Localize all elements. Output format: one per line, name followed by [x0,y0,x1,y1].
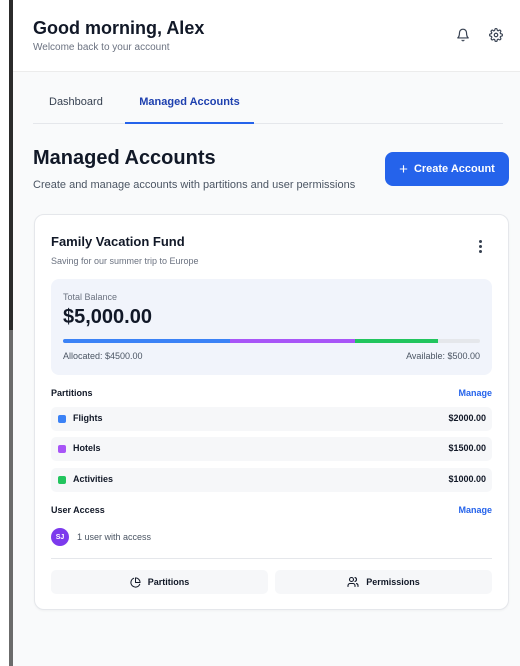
create-account-label: Create Account [413,163,495,175]
tab-managed-accounts[interactable]: Managed Accounts [125,96,254,124]
page-subtitle: Create and manage accounts with partitio… [33,179,356,191]
balance-amount: $5,000.00 [63,306,152,328]
partition-color-swatch [58,415,66,423]
permissions-button[interactable]: Permissions [275,570,492,594]
partition-color-swatch [58,445,66,453]
plus-icon: + [399,160,408,178]
avatar: SJ [51,528,69,546]
greeting-subtitle: Welcome back to your account [33,42,170,53]
permissions-button-label: Permissions [366,577,420,587]
partition-name: Hotels [73,443,101,453]
partitions-manage-link[interactable]: Manage [458,388,492,398]
partition-amount: $2000.00 [448,413,486,423]
page-header: Good morning, Alex Welcome back to your … [13,0,520,72]
partition-row-hotels[interactable]: Hotels $1500.00 [51,437,492,461]
partition-amount: $1500.00 [448,443,486,453]
user-access-heading: User Access [51,505,105,515]
account-name: Family Vacation Fund [51,234,185,249]
partition-row-activities[interactable]: Activities $1000.00 [51,468,492,492]
allocation-segment-activities [354,339,439,343]
more-options-icon[interactable] [473,237,487,255]
balance-label: Total Balance [63,292,118,302]
app-window: Good morning, Alex Welcome back to your … [13,0,520,666]
partition-amount: $1000.00 [448,474,486,484]
partition-color-swatch [58,476,66,484]
partitions-button-label: Partitions [147,577,190,587]
tab-dashboard[interactable]: Dashboard [49,96,119,124]
user-access-manage-link[interactable]: Manage [458,505,492,515]
available-amount: Available: $500.00 [406,351,480,361]
partitions-button[interactable]: Partitions [51,570,268,594]
tab-bar: Dashboard Managed Accounts [33,96,503,124]
account-card: Family Vacation Fund Saving for our summ… [34,214,509,610]
allocation-segment-hotels [229,339,355,343]
users-icon [347,576,359,588]
allocation-segment-flights [63,339,230,343]
partition-name: Activities [73,474,114,484]
greeting-title: Good morning, Alex [33,18,205,38]
pie-chart-icon [130,576,141,588]
bell-icon[interactable] [454,26,472,44]
partitions-heading: Partitions [51,388,93,398]
partition-row-flights[interactable]: Flights $2000.00 [51,407,492,431]
partition-name: Flights [73,413,103,423]
gear-icon[interactable] [487,26,505,44]
card-divider [51,558,492,559]
balance-panel: Total Balance $5,000.00 Allocated: $4500… [51,279,492,375]
allocated-amount: Allocated: $4500.00 [63,351,143,361]
allocation-bar [63,339,480,343]
create-account-button[interactable]: + Create Account [385,152,509,186]
account-description: Saving for our summer trip to Europe [51,256,199,266]
user-access-count: 1 user with access [77,532,152,542]
page-title: Managed Accounts [33,147,216,169]
